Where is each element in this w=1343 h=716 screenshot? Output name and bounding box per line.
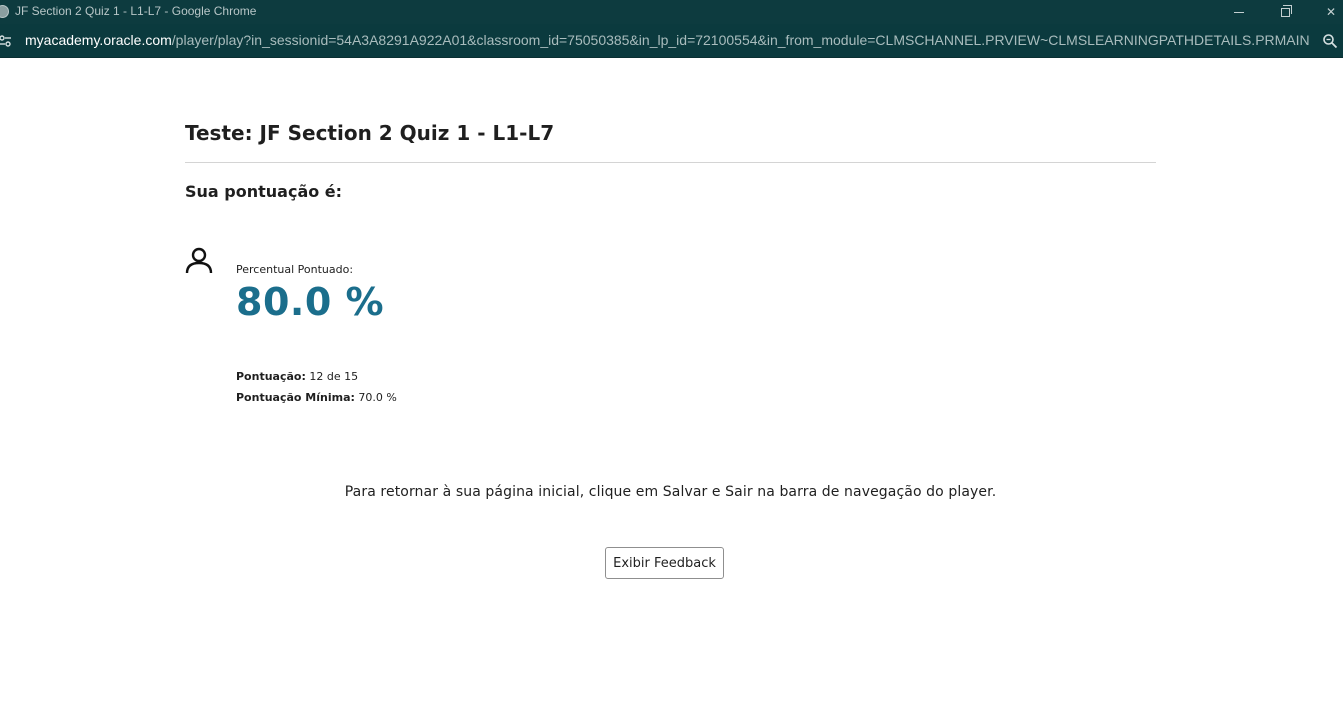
close-button[interactable]: ✕ (1308, 0, 1343, 24)
min-score-label: Pontuação Mínima: (236, 391, 355, 404)
url-path: /player/play?in_sessionid=54A3A8291A922A… (171, 32, 1310, 48)
window-titlebar: JF Section 2 Quiz 1 - L1-L7 - Google Chr… (0, 0, 1343, 24)
percent-value: 80.0 % (236, 280, 385, 324)
close-icon: ✕ (1325, 5, 1337, 19)
restore-button[interactable] (1262, 0, 1308, 24)
minimize-icon (1234, 11, 1244, 13)
user-icon (185, 247, 213, 274)
score-row: Pontuação: 12 de 15 (236, 370, 358, 383)
view-feedback-button[interactable]: Exibir Feedback (605, 547, 724, 579)
quiz-results-page: Teste: JF Section 2 Quiz 1 - L1-L7 Sua p… (0, 58, 1343, 716)
restore-icon (1280, 4, 1292, 17)
return-instruction: Para retornar à sua página inicial, cliq… (344, 484, 997, 500)
url-host: myacademy.oracle.com (25, 32, 172, 48)
zoom-icon[interactable] (1322, 33, 1338, 49)
minimize-button[interactable] (1216, 0, 1262, 24)
window-title: JF Section 2 Quiz 1 - L1-L7 - Google Chr… (15, 4, 257, 18)
score-heading: Sua pontuação é: (185, 182, 343, 201)
quiz-title: Teste: JF Section 2 Quiz 1 - L1-L7 (185, 121, 555, 145)
url-field[interactable]: myacademy.oracle.com/player/play?in_sess… (25, 32, 1310, 48)
address-bar: myacademy.oracle.com/player/play?in_sess… (0, 24, 1343, 58)
chrome-icon (0, 5, 9, 18)
percent-label: Percentual Pontuado: (236, 263, 354, 276)
score-label: Pontuação: (236, 370, 306, 383)
min-score-row: Pontuação Mínima: 70.0 % (236, 391, 397, 404)
score-value: 12 de 15 (309, 370, 359, 383)
site-info-icon[interactable] (0, 34, 12, 48)
title-divider (185, 162, 1156, 163)
min-score-value: 70.0 % (358, 391, 397, 404)
